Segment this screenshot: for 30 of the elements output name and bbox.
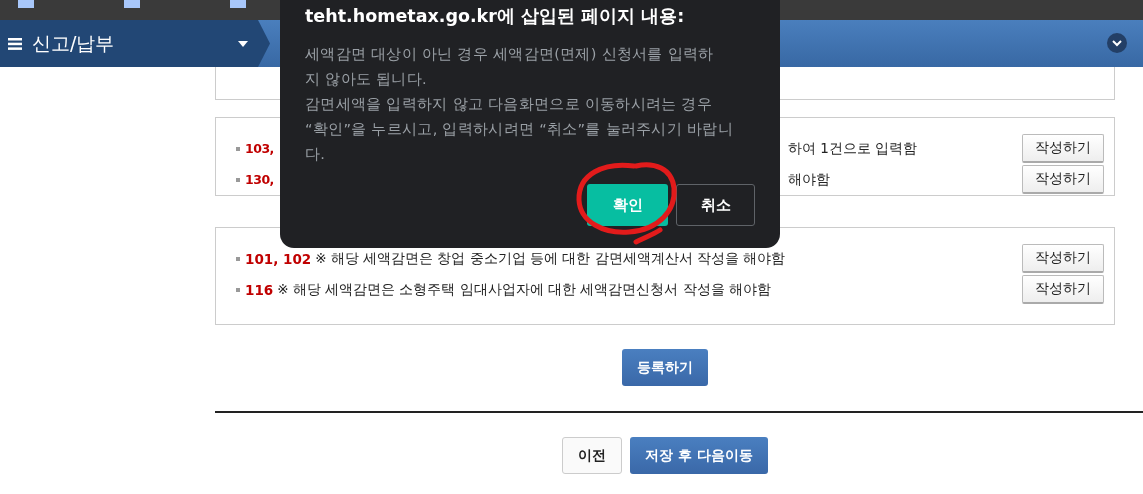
bullet-icon bbox=[236, 256, 240, 261]
reduction-code: 116 bbox=[245, 281, 274, 298]
bullet-icon bbox=[236, 177, 240, 182]
write-button[interactable]: 작성하기 bbox=[1022, 275, 1104, 304]
dialog-message: 다. bbox=[305, 145, 327, 164]
chevron-down-icon[interactable] bbox=[1107, 33, 1127, 53]
register-button[interactable]: 등록하기 bbox=[622, 349, 708, 386]
dialog-title: teht.hometax.go.kr에 삽입된 페이지 내용: bbox=[305, 5, 686, 28]
caret-icon[interactable] bbox=[238, 40, 248, 47]
reduction-description: ※ 해당 세액감면은 창업 중소기업 등에 대한 감면세액계산서 작성을 해야함 bbox=[315, 249, 786, 268]
cancel-button[interactable]: 취소 bbox=[676, 184, 755, 226]
dialog-message: 세액감면 대상이 아닌 경우 세액감면(면제) 신청서를 입력하 bbox=[305, 45, 715, 64]
write-button[interactable]: 작성하기 bbox=[1022, 165, 1104, 194]
previous-button[interactable]: 이전 bbox=[562, 437, 623, 474]
dialog-message: 감면세액을 입력하지 않고 다음화면으로 이동하시려는 경우 bbox=[305, 95, 714, 114]
dialog-message: “확인”을 누르시고, 입력하시려면 “취소”를 눌러주시기 바랍니 bbox=[305, 120, 734, 139]
save-next-button[interactable]: 저장 후 다음이동 bbox=[630, 437, 768, 474]
reduction-code: 101, 102 bbox=[245, 250, 312, 267]
bullet-icon bbox=[236, 146, 240, 151]
dialog-message: 지 않아도 됩니다. bbox=[305, 70, 428, 89]
menu-icon[interactable] bbox=[8, 37, 22, 50]
reduction-description: 해야함 bbox=[788, 170, 830, 189]
reduction-code: 103, bbox=[245, 141, 274, 156]
menu-title: 신고/납부 bbox=[32, 30, 116, 56]
bullet-icon bbox=[236, 287, 240, 292]
write-button[interactable]: 작성하기 bbox=[1022, 134, 1104, 163]
write-button[interactable]: 작성하기 bbox=[1022, 244, 1104, 273]
reduction-description: ※ 해당 세액감면은 소형주택 임대사업자에 대한 세액감면신청서 작성을 해야함 bbox=[277, 280, 771, 299]
reduction-code: 130, bbox=[245, 172, 274, 187]
reduction-description: 하여 1건으로 입력함 bbox=[788, 139, 918, 158]
